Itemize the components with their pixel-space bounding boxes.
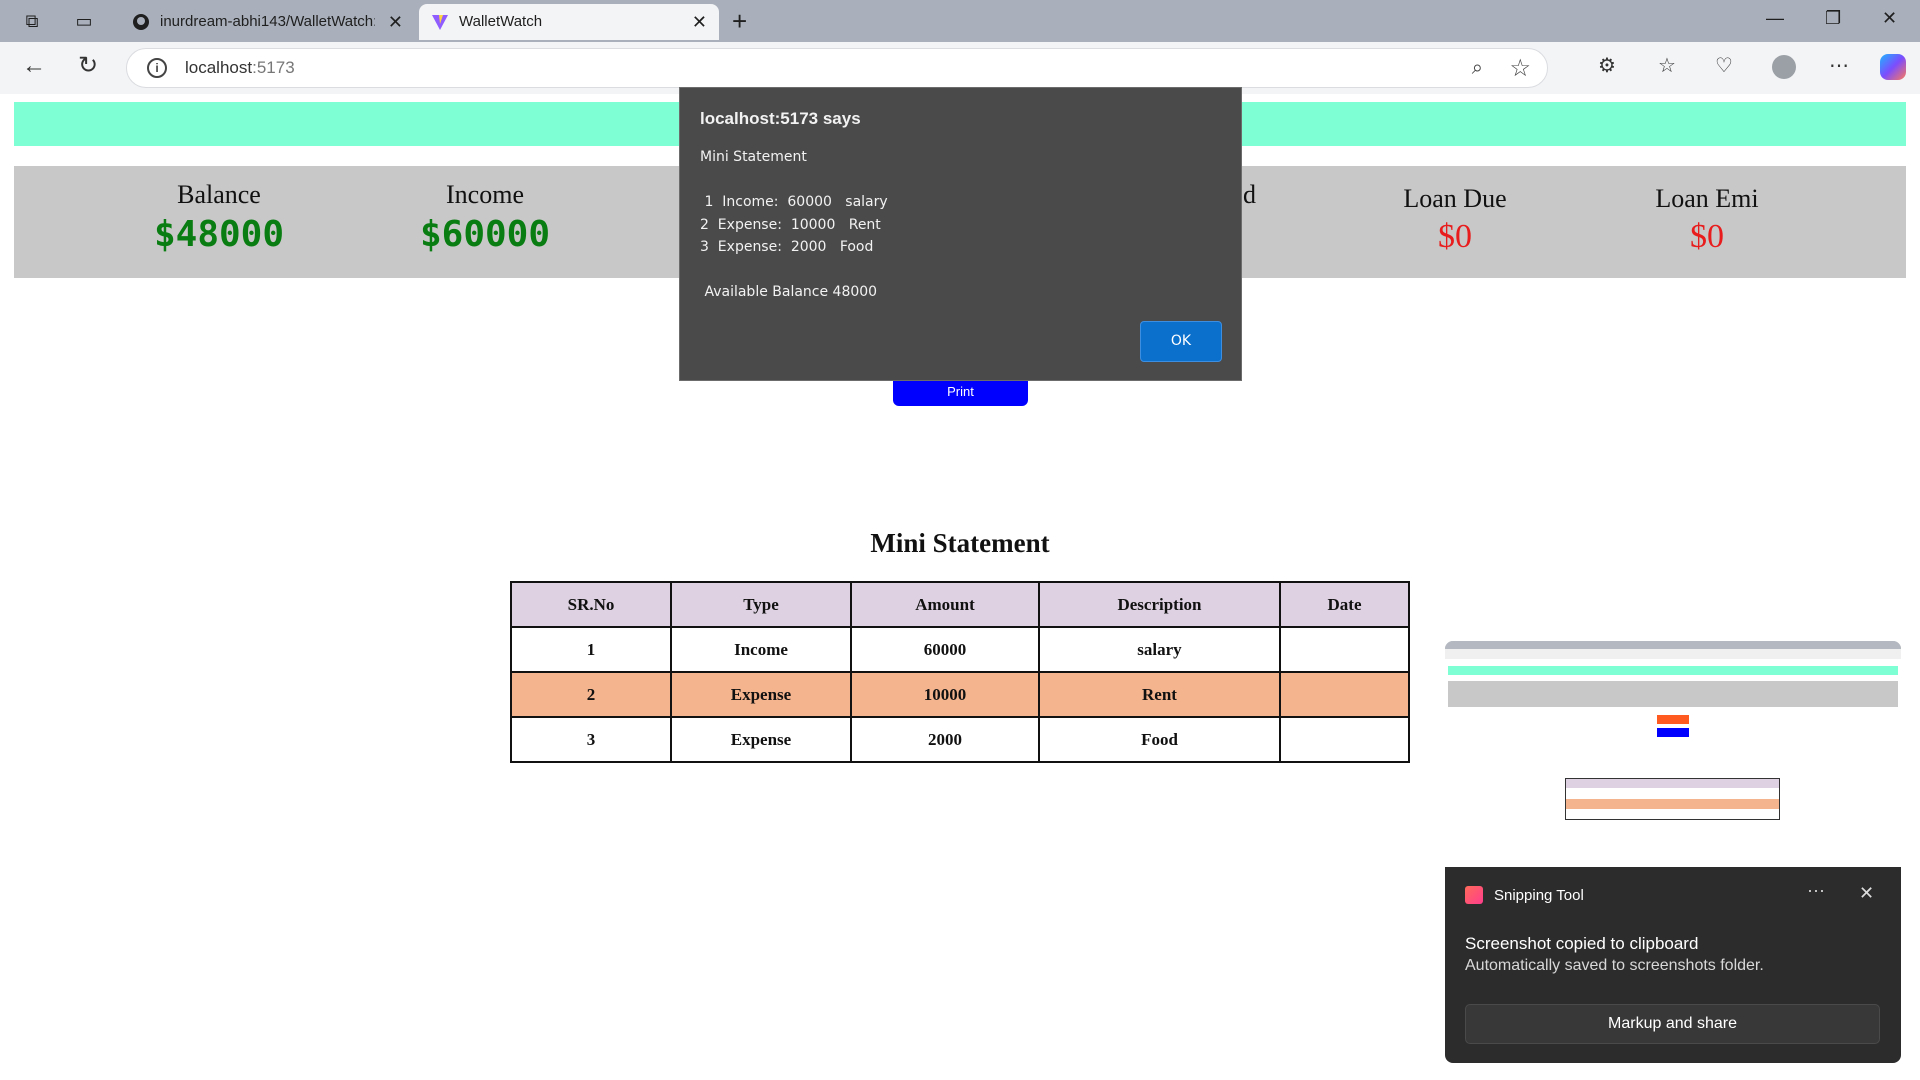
cell-date [1279, 716, 1410, 763]
thumbnail-button [1657, 715, 1689, 724]
new-tab-icon[interactable]: + [732, 8, 747, 34]
extensions-icon[interactable]: ⚙ [1598, 55, 1616, 77]
cell-description: Food [1038, 716, 1281, 763]
loan-due-stat: Loan Due $0 [1335, 184, 1575, 256]
cell-sr: 3 [510, 716, 672, 763]
thumbnail-table [1565, 778, 1780, 820]
more-options-icon[interactable]: ⋯ [1807, 881, 1825, 902]
table-header-row: SR.No Type Amount Description Date [510, 581, 1410, 628]
copilot-icon[interactable] [1880, 54, 1906, 80]
alert-message: Mini Statement 1 Income: 60000 salary 2 … [700, 149, 888, 300]
tab-walletwatch[interactable]: WalletWatch ✕ [419, 4, 719, 40]
cell-amount: 2000 [850, 716, 1040, 763]
mini-statement-title: Mini Statement [870, 528, 1050, 558]
browser-essentials-icon[interactable]: ♡ [1715, 55, 1733, 77]
mini-statement-table: SR.No Type Amount Description Date 1 Inc… [510, 581, 1410, 763]
more-menu-icon[interactable]: ⋯ [1829, 55, 1849, 77]
url-host: localhost [185, 58, 253, 77]
income-value: $60000 [419, 214, 551, 255]
url-port: :5173 [252, 58, 295, 77]
favorites-icon[interactable]: ☆ [1658, 55, 1676, 77]
minimize-icon[interactable]: — [1766, 8, 1784, 29]
tab-github[interactable]: inurdream-abhi143/WalletWatch: ✕ [120, 4, 415, 40]
address-bar[interactable]: i localhost:5173 ⌕ ☆ [126, 48, 1548, 88]
toast-detail: Automatically saved to screenshots folde… [1465, 957, 1764, 974]
cell-amount: 10000 [850, 671, 1040, 718]
close-icon[interactable]: ✕ [1859, 883, 1874, 904]
column-header: Amount [850, 581, 1040, 628]
zoom-icon[interactable]: ⌕ [1472, 57, 1483, 80]
cell-sr: 2 [510, 671, 672, 718]
income-label: Income [446, 180, 524, 209]
close-tab-icon[interactable]: ✕ [692, 4, 707, 40]
loan-due-label: Loan Due [1403, 184, 1507, 213]
site-info-icon[interactable]: i [147, 58, 167, 78]
loan-due-value: $0 [1438, 218, 1472, 255]
partial-label: d [1243, 180, 1256, 209]
url-text: localhost:5173 [185, 58, 295, 78]
partial-stat: d [1243, 180, 1273, 210]
thumbnail-addressbar [1445, 649, 1901, 659]
close-tab-icon[interactable]: ✕ [388, 4, 403, 40]
back-icon[interactable]: ← [22, 54, 46, 78]
snipping-tool-toast: Snipping Tool ⋯ ✕ Screenshot copied to c… [1445, 641, 1901, 1063]
favorite-star-icon[interactable]: ☆ [1509, 54, 1531, 83]
income-stat: Income $60000 [365, 180, 605, 255]
cell-date [1279, 626, 1410, 673]
cell-type: Income [670, 626, 852, 673]
restore-icon[interactable]: ❐ [1825, 8, 1841, 29]
cell-date [1279, 671, 1410, 718]
close-window-icon[interactable]: ✕ [1882, 8, 1897, 29]
cell-amount: 60000 [850, 626, 1040, 673]
column-header: Description [1038, 581, 1281, 628]
screenshot-thumbnail[interactable] [1445, 641, 1901, 867]
balance-value: $48000 [153, 214, 285, 255]
github-icon [133, 14, 149, 30]
alert-dialog: localhost:5173 says Mini Statement 1 Inc… [679, 87, 1242, 381]
balance-label: Balance [177, 180, 261, 209]
thumbnail-tabbar [1445, 641, 1901, 649]
cell-description: Rent [1038, 671, 1281, 718]
thumbnail-summary [1448, 681, 1898, 707]
snipping-tool-icon [1465, 886, 1483, 904]
column-header: Date [1279, 581, 1410, 628]
vite-icon [432, 15, 448, 30]
table-row: 3 Expense 2000 Food [510, 716, 1410, 763]
column-header: SR.No [510, 581, 672, 628]
cell-description: salary [1038, 626, 1281, 673]
loan-emi-label: Loan Emi [1655, 184, 1759, 213]
loan-emi-value: $0 [1690, 218, 1724, 255]
column-header: Type [670, 581, 852, 628]
thumbnail-header [1448, 666, 1898, 675]
toast-app-name: Snipping Tool [1494, 887, 1584, 904]
tab-strip: ⧉ ▭ inurdream-abhi143/WalletWatch: ✕ Wal… [0, 0, 1920, 42]
loan-emi-stat: Loan Emi $0 [1587, 184, 1827, 256]
ok-button[interactable]: OK [1140, 321, 1222, 362]
workspaces-icon[interactable]: ⧉ [21, 10, 43, 32]
toast-headline: Screenshot copied to clipboard [1465, 934, 1699, 953]
cell-type: Expense [670, 716, 852, 763]
cell-sr: 1 [510, 626, 672, 673]
tab-title: WalletWatch [459, 13, 543, 30]
alert-title: localhost:5173 says [700, 109, 861, 128]
balance-stat: Balance $48000 [99, 180, 339, 255]
thumbnail-button [1657, 728, 1689, 737]
table-row: 1 Income 60000 salary [510, 626, 1410, 673]
markup-and-share-button[interactable]: Markup and share [1465, 1004, 1880, 1044]
vertical-tabs-icon[interactable]: ▭ [73, 10, 95, 32]
refresh-icon[interactable]: ↻ [78, 54, 98, 78]
cell-type: Expense [670, 671, 852, 718]
profile-avatar-icon[interactable] [1772, 55, 1796, 79]
tab-title: inurdream-abhi143/WalletWatch: [160, 13, 375, 30]
table-row: 2 Expense 10000 Rent [510, 671, 1410, 718]
